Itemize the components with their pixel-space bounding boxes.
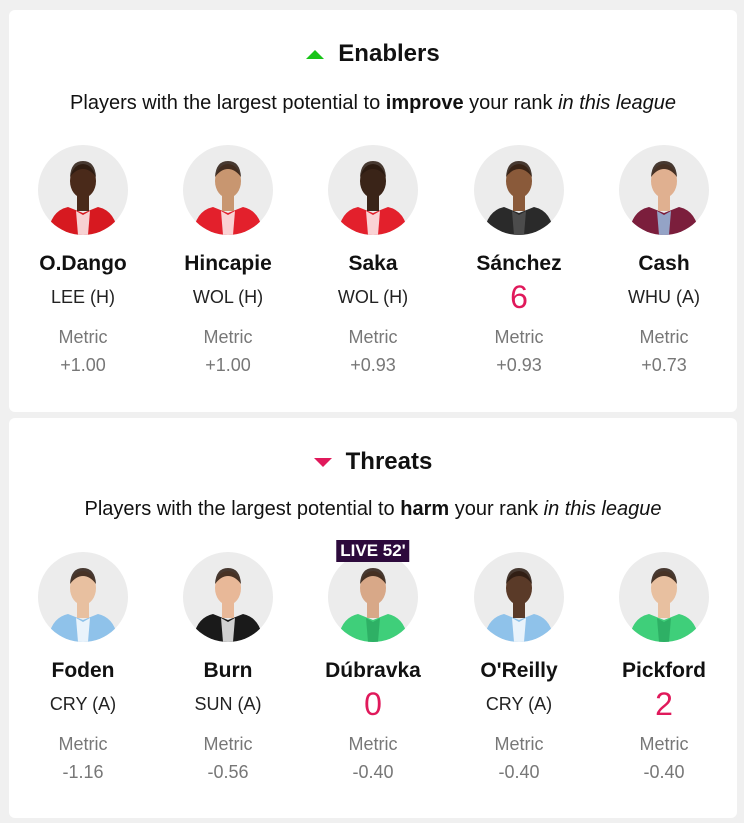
player-avatar-icon bbox=[48, 568, 118, 642]
player-avatar-icon bbox=[629, 161, 699, 235]
player-avatar[interactable] bbox=[474, 145, 564, 235]
enablers-title: Enablers bbox=[338, 40, 440, 67]
player-name: Sánchez bbox=[476, 252, 562, 275]
metric-value: -0.40 bbox=[498, 762, 540, 782]
player-avatar[interactable] bbox=[619, 552, 709, 642]
player-avatar-icon bbox=[48, 161, 118, 235]
subtitle-scope: in this league bbox=[558, 92, 676, 114]
threats-title: Threats bbox=[345, 448, 433, 475]
player-name: Foden bbox=[51, 659, 115, 682]
enablers-heading: Enablers bbox=[9, 40, 737, 68]
player-avatar-icon bbox=[629, 568, 699, 642]
enablers-subtitle: Players with the largest potential to im… bbox=[9, 92, 737, 115]
player-card[interactable]: Saka WOL (H) Metric +0.93 bbox=[300, 145, 446, 379]
metric-value: +1.00 bbox=[60, 355, 106, 375]
player-fixture: SUN (A) bbox=[194, 694, 262, 714]
player-fixture: WOL (H) bbox=[337, 287, 409, 307]
subtitle-emphasis: improve bbox=[385, 92, 464, 114]
live-badge: LIVE 52' bbox=[336, 540, 410, 562]
subtitle-text: your rank bbox=[463, 92, 559, 114]
player-avatar-icon bbox=[338, 161, 408, 235]
metric-value: -0.40 bbox=[643, 762, 685, 782]
subtitle-emphasis: harm bbox=[400, 498, 450, 520]
metric-label: Metric bbox=[58, 327, 108, 347]
player-card[interactable]: Hincapie WOL (H) Metric +1.00 bbox=[155, 145, 301, 379]
live-points: 0 bbox=[364, 686, 382, 722]
player-fixture: WOL (H) bbox=[192, 287, 264, 307]
subtitle-text: your rank bbox=[449, 498, 544, 520]
player-avatar-icon bbox=[484, 161, 554, 235]
player-avatar[interactable] bbox=[38, 145, 128, 235]
metric-label: Metric bbox=[639, 734, 689, 754]
metric-label: Metric bbox=[58, 734, 108, 754]
player-name: Pickford bbox=[621, 659, 707, 682]
subtitle-text: Players with the largest potential to bbox=[84, 498, 401, 520]
metric-label: Metric bbox=[348, 734, 398, 754]
player-card[interactable]: Burn SUN (A) Metric -0.56 bbox=[155, 552, 301, 786]
player-name: Dúbravka bbox=[325, 659, 421, 682]
metric-value: -0.56 bbox=[207, 762, 249, 782]
metric-value: +0.93 bbox=[350, 355, 396, 375]
player-card[interactable]: Sánchez 6 Metric +0.93 bbox=[446, 145, 592, 379]
metric-label: Metric bbox=[639, 327, 689, 347]
player-avatar[interactable] bbox=[38, 552, 128, 642]
metric-label: Metric bbox=[494, 327, 544, 347]
triangle-down-icon bbox=[313, 457, 332, 467]
metric-label: Metric bbox=[203, 327, 253, 347]
metric-value: +1.00 bbox=[205, 355, 251, 375]
player-avatar[interactable] bbox=[328, 145, 418, 235]
metric-value: +0.93 bbox=[496, 355, 542, 375]
player-fixture: LEE (H) bbox=[50, 287, 115, 307]
player-card[interactable]: O.Dango LEE (H) Metric +1.00 bbox=[10, 145, 156, 379]
player-card[interactable]: O'Reilly CRY (A) Metric -0.40 bbox=[446, 552, 592, 786]
metric-label: Metric bbox=[494, 734, 544, 754]
player-avatar-icon bbox=[338, 568, 408, 642]
player-avatar-icon bbox=[193, 568, 263, 642]
player-avatar-icon bbox=[484, 568, 554, 642]
subtitle-scope: in this league bbox=[543, 498, 662, 520]
player-avatar[interactable] bbox=[474, 552, 564, 642]
metric-value: -0.40 bbox=[352, 762, 394, 782]
metric-value: +0.73 bbox=[641, 355, 687, 375]
subtitle-text: Players with the largest potential to bbox=[70, 92, 386, 114]
player-avatar[interactable] bbox=[328, 552, 418, 642]
metric-value: -1.16 bbox=[62, 762, 104, 782]
player-card[interactable]: Cash WHU (A) Metric +0.73 bbox=[591, 145, 737, 379]
live-points: 2 bbox=[655, 686, 673, 722]
threats-panel: Threats Players with the largest potenti… bbox=[9, 418, 737, 818]
player-name: Burn bbox=[203, 659, 253, 682]
player-fixture: WHU (A) bbox=[628, 287, 700, 307]
player-avatar-icon bbox=[193, 161, 263, 235]
player-avatar[interactable] bbox=[183, 145, 273, 235]
live-points: 6 bbox=[510, 279, 528, 315]
player-fixture: CRY (A) bbox=[485, 694, 553, 714]
player-card[interactable]: Foden CRY (A) Metric -1.16 bbox=[10, 552, 156, 786]
player-avatar[interactable] bbox=[619, 145, 709, 235]
metric-label: Metric bbox=[203, 734, 253, 754]
player-name: Saka bbox=[348, 252, 398, 275]
triangle-up-icon bbox=[306, 49, 325, 59]
player-name: O.Dango bbox=[39, 252, 127, 275]
player-fixture: CRY (A) bbox=[49, 694, 117, 714]
enablers-panel: Enablers Players with the largest potent… bbox=[9, 10, 737, 412]
player-avatar[interactable] bbox=[183, 552, 273, 642]
threats-subtitle: Players with the largest potential to ha… bbox=[9, 498, 737, 521]
player-name: O'Reilly bbox=[480, 659, 558, 682]
player-name: Cash bbox=[638, 252, 690, 275]
threats-heading: Threats bbox=[9, 448, 737, 476]
player-card[interactable]: Pickford 2 Metric -0.40 bbox=[591, 552, 737, 786]
player-card[interactable]: LIVE 52' Dúbravka 0 Metric -0.40 bbox=[300, 540, 446, 786]
metric-label: Metric bbox=[348, 327, 398, 347]
player-name: Hincapie bbox=[184, 252, 272, 275]
